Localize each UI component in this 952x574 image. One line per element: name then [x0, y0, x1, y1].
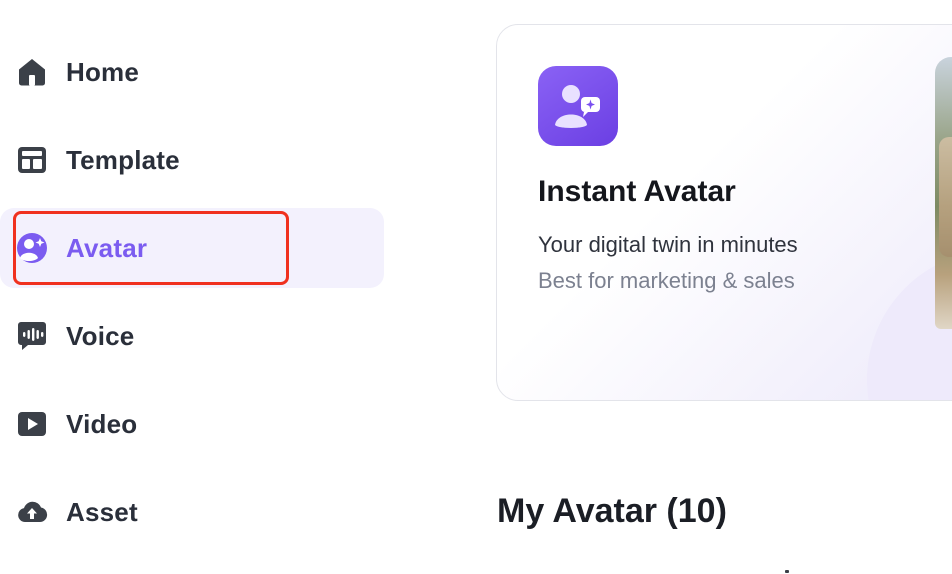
card-subtitle: Your digital twin in minutes [538, 232, 798, 257]
sidebar-item-template[interactable]: Template [0, 120, 384, 200]
my-avatar-heading: My Avatar (10) [497, 492, 727, 530]
card-note: Best for marketing & sales [538, 268, 795, 293]
instant-avatar-card[interactable]: Instant Avatar Your digital twin in minu… [496, 24, 952, 401]
sidebar-item-label: Video [66, 408, 138, 439]
sidebar-item-label: Template [66, 144, 180, 175]
video-icon [16, 408, 48, 440]
sidebar-item-label: Asset [66, 496, 138, 527]
sidebar-item-voice[interactable]: Voice [0, 296, 384, 376]
instant-avatar-icon [538, 66, 618, 146]
voice-icon [16, 320, 48, 352]
sidebar-item-label: Avatar [66, 232, 148, 263]
avatar-preview-image [935, 57, 952, 329]
home-icon [16, 56, 48, 88]
content-fragment [785, 570, 789, 573]
sidebar-item-label: Voice [66, 320, 135, 351]
avatar-icon [16, 232, 48, 264]
sidebar-item-label: Home [66, 56, 140, 87]
sidebar-item-video[interactable]: Video [0, 384, 384, 464]
card-title: Instant Avatar [538, 175, 736, 208]
sidebar: Home Template Avatar Voice Video Asset [0, 0, 400, 574]
template-icon [16, 144, 48, 176]
sidebar-item-avatar[interactable]: Avatar [0, 208, 384, 288]
sidebar-item-asset[interactable]: Asset [0, 472, 384, 552]
page: Home Template Avatar Voice Video Asset I… [0, 0, 952, 574]
asset-upload-icon [16, 496, 48, 528]
sidebar-item-home[interactable]: Home [0, 32, 384, 112]
